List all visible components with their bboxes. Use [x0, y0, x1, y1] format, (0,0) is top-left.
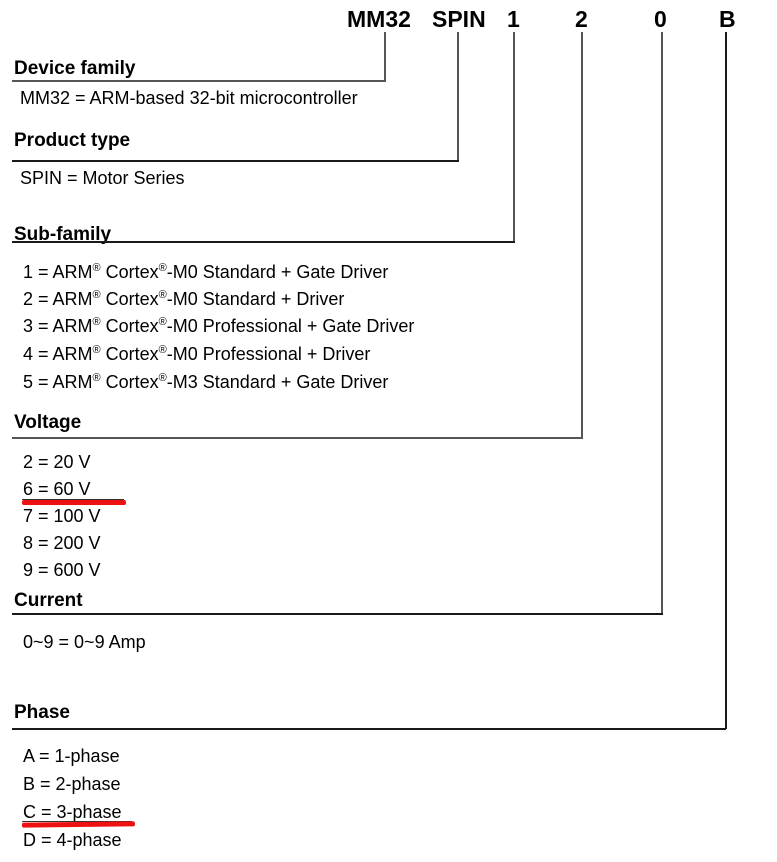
- section-heading-product-type: Product type: [14, 130, 131, 151]
- registered-icon: ®: [158, 316, 167, 328]
- option-voltage-3: 8 = 200 V: [23, 533, 101, 553]
- part-code-sub-family: 1: [507, 6, 520, 32]
- section-heading-voltage: Voltage: [14, 412, 82, 433]
- option-sub-family-1-post: -M0 Standard + Driver: [166, 289, 345, 309]
- section-rule-current: [12, 613, 663, 615]
- option-voltage-1-highlight-underline: [22, 500, 126, 505]
- option-sub-family-1-mid: Cortex: [100, 289, 159, 309]
- section-rule-voltage: [12, 437, 583, 439]
- option-sub-family-2: 3 = ARM® Cortex®-M0 Professional + Gate …: [23, 316, 414, 337]
- option-voltage-1: 6 = 60 V: [23, 479, 91, 499]
- registered-icon: ®: [158, 289, 167, 301]
- option-current-0: 0~9 = 0~9 Amp: [23, 632, 146, 652]
- registered-icon: ®: [92, 316, 101, 328]
- option-device-family-0: MM32 = ARM-based 32-bit microcontroller: [20, 88, 358, 108]
- option-sub-family-0: 1 = ARM® Cortex®-M0 Standard + Gate Driv…: [23, 262, 388, 283]
- option-sub-family-3-mid: Cortex: [100, 344, 159, 364]
- registered-icon: ®: [92, 262, 101, 274]
- option-phase-1: B = 2-phase: [23, 774, 121, 794]
- option-phase-2: C = 3-phase: [23, 802, 122, 822]
- registered-icon: ®: [92, 344, 101, 356]
- registered-icon: ®: [92, 372, 101, 384]
- option-sub-family-0-pre: 1 = ARM: [23, 262, 93, 282]
- registered-icon: ®: [158, 372, 167, 384]
- option-product-type-0: SPIN = Motor Series: [20, 168, 185, 188]
- part-code-device-family: MM32: [347, 6, 411, 32]
- option-sub-family-1-pre: 2 = ARM: [23, 289, 93, 309]
- part-code-voltage: 2: [575, 6, 588, 32]
- option-sub-family-4-mid: Cortex: [100, 372, 159, 392]
- option-sub-family-3-post: -M0 Professional + Driver: [166, 344, 371, 364]
- registered-icon: ®: [158, 344, 167, 356]
- leader-line-sub-family: [513, 32, 515, 241]
- option-sub-family-4-pre: 5 = ARM: [23, 372, 93, 392]
- option-sub-family-2-pre: 3 = ARM: [23, 316, 93, 336]
- section-heading-current: Current: [14, 590, 83, 611]
- section-heading-device-family: Device family: [14, 58, 136, 79]
- registered-icon: ®: [92, 289, 101, 301]
- registered-icon: ®: [158, 262, 167, 274]
- option-sub-family-2-post: -M0 Professional + Gate Driver: [166, 316, 415, 336]
- option-voltage-0: 2 = 20 V: [23, 452, 91, 472]
- leader-line-voltage: [581, 32, 583, 439]
- section-rule-phase: [12, 728, 726, 730]
- option-sub-family-4-post: -M3 Standard + Gate Driver: [166, 372, 389, 392]
- leader-line-device-family: [384, 32, 386, 82]
- part-code-current: 0: [654, 6, 667, 32]
- option-sub-family-3: 4 = ARM® Cortex®-M0 Professional + Drive…: [23, 344, 370, 365]
- option-phase-3: D = 4-phase: [23, 830, 122, 850]
- option-phase-0: A = 1-phase: [23, 746, 120, 766]
- option-phase-2-highlight-underline: [21, 821, 136, 828]
- option-sub-family-0-post: -M0 Standard + Gate Driver: [166, 262, 389, 282]
- section-rule-sub-family: [12, 241, 515, 243]
- option-voltage-2: 7 = 100 V: [23, 506, 101, 526]
- option-sub-family-2-mid: Cortex: [100, 316, 159, 336]
- option-voltage-4: 9 = 600 V: [23, 560, 101, 580]
- part-code-product-type: SPIN: [432, 6, 486, 32]
- option-sub-family-1: 2 = ARM® Cortex®-M0 Standard + Driver: [23, 289, 344, 310]
- option-sub-family-4: 5 = ARM® Cortex®-M3 Standard + Gate Driv…: [23, 372, 388, 393]
- section-heading-phase: Phase: [14, 702, 70, 723]
- section-rule-device-family: [12, 80, 386, 82]
- part-number-decoder-diagram: MM32 SPIN 1 2 0 B Device family MM32 = A…: [0, 0, 777, 862]
- leader-line-product-type: [457, 32, 459, 162]
- option-sub-family-3-pre: 4 = ARM: [23, 344, 93, 364]
- part-code-phase: B: [719, 6, 736, 32]
- option-sub-family-0-mid: Cortex: [100, 262, 159, 282]
- leader-line-current: [661, 32, 663, 614]
- section-rule-product-type: [12, 160, 459, 162]
- leader-line-phase: [725, 32, 727, 729]
